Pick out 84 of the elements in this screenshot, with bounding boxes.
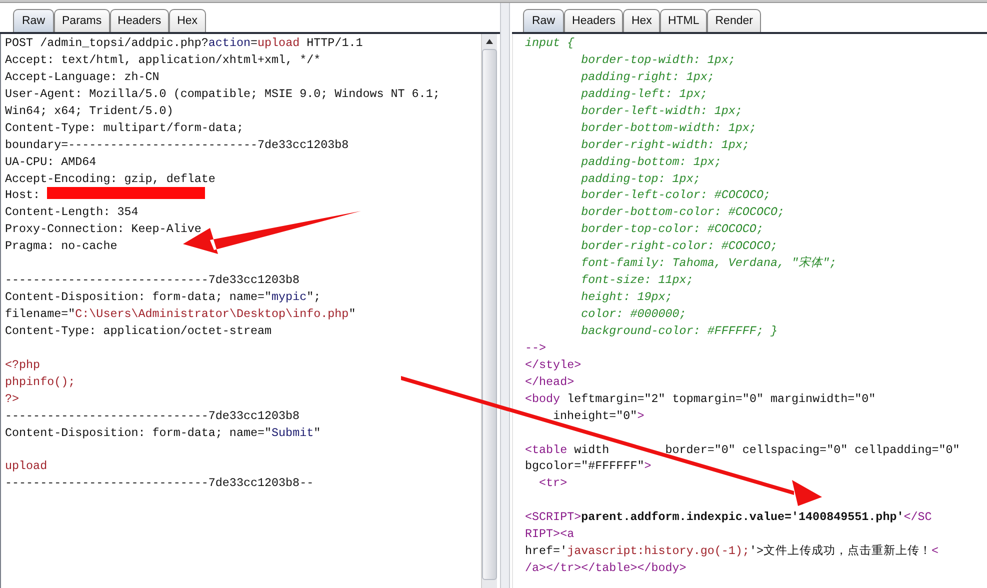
code-text: "; (306, 290, 321, 304)
code-text: font-size: 11px; (580, 273, 694, 288)
tab[interactable]: Params (54, 9, 110, 32)
code-text: <tr> (538, 476, 568, 490)
code-text: leftmargin="2" topmargin="0" marginwidth="0" (566, 392, 876, 406)
code-text: --> (525, 340, 546, 355)
code-text: border-right-color: #COCOCO; (580, 239, 778, 254)
tab[interactable]: Render (707, 9, 761, 32)
code-text: border-bottom-color: #COCOCO; (580, 205, 785, 220)
code-text: Submit (272, 426, 314, 440)
code-text: Accept: text/html, application/xhtml+xml, */* (5, 52, 321, 67)
code-text: HTTP/1.1 (306, 36, 363, 50)
code-text: </style> (525, 358, 582, 372)
code-text: border-bottom-width: 1px; (580, 120, 756, 135)
code-text: </head> (525, 374, 574, 389)
code-text: User-Agent: Mozilla/5.0 (compatible; MSIE 9.0; Windows NT 6.1; (5, 86, 440, 101)
code-text: Content-Length: 354 (5, 205, 138, 220)
code-text: upload (5, 459, 48, 474)
code-text: width (573, 442, 610, 456)
code-text: border-top-width: 1px; (580, 52, 736, 67)
code-text: upload (258, 36, 300, 50)
code-text: UA-CPU: AMD64 (5, 154, 96, 169)
code-text: " (314, 426, 321, 440)
code-text: -----------------------------7de33cc1203b8-- (5, 476, 314, 490)
code-text: > (637, 408, 644, 423)
code-text: height: 19px; (580, 290, 672, 304)
code-text: '>文件上传成功，点击重新上传！ (749, 544, 932, 558)
code-text: -----------------------------7de33cc1203b8 (5, 408, 300, 423)
code-text: Content-Disposition: form-data; name=" (5, 290, 272, 304)
tab[interactable]: Hex (623, 9, 660, 32)
code-text: font-family: Tahoma, Verdana, "宋体"; (580, 256, 837, 270)
code-text: input { (525, 36, 574, 50)
code-text: <table (525, 442, 568, 456)
code-text: border="0" cellspacing="0" cellpadding="0" (665, 442, 960, 456)
code-text: Content-Type: multipart/form-data; (5, 120, 244, 135)
code-text: background-color: #FFFFFF; } (580, 324, 778, 338)
tab[interactable]: Hex (169, 9, 206, 32)
code-text: C:\Users\Administrator\Desktop\info.php (75, 307, 349, 321)
tab[interactable]: Raw (13, 9, 54, 32)
tab[interactable]: HTML (660, 9, 708, 32)
code-text: </SC (904, 510, 932, 524)
code-text: RIPT><a (525, 527, 574, 542)
code-text: border-left-width: 1px; (580, 104, 742, 118)
code-text: Pragma: no-cache (5, 239, 118, 254)
code-text: parent.addform.indexpic.value='1400849551.php' (581, 510, 904, 524)
code-text: bgcolor="#FFFFFF" (525, 459, 644, 474)
code-text: <SCRIPT> (525, 510, 582, 524)
code-text: Proxy-Connection: Keep-Alive (5, 222, 202, 236)
code-text: padding-top: 1px; (580, 172, 700, 186)
code-text: <?php (5, 358, 40, 372)
code-text: border-right-width: 1px; (580, 138, 750, 152)
code-text: action (208, 36, 250, 50)
code-text: POST /admin_topsi/addpic.php? (5, 36, 208, 50)
code-text: href=' (525, 544, 568, 558)
tab[interactable]: Headers (110, 9, 170, 32)
code-text: < (931, 544, 938, 558)
tab[interactable]: Headers (564, 9, 624, 32)
code-text: boundary=---------------------------7de33cc1203b8 (5, 138, 349, 152)
code-text: Host: (5, 188, 42, 202)
code-text: border-left-color: #COCOCO; (580, 188, 770, 202)
code-text: Accept-Language: zh-CN (5, 70, 160, 84)
code-text: padding-bottom: 1px; (580, 154, 722, 169)
code-text: <body (525, 392, 560, 406)
code-text: padding-left: 1px; (580, 86, 708, 101)
splitter-handle[interactable] (500, 3, 510, 588)
code-text: mypic (272, 290, 307, 304)
code-text: /a></tr></table></body> (525, 561, 686, 576)
tab[interactable]: Raw (523, 9, 564, 32)
code-text: Content-Type: application/octet-stream (5, 324, 272, 338)
code-text: filename=" (5, 307, 76, 321)
code-text: -----------------------------7de33cc1203b8 (5, 273, 300, 288)
code-text: javascript:history.go(-1); (567, 544, 750, 558)
code-text: Win64; x64; Trident/5.0) (5, 104, 174, 118)
code-text: padding-right: 1px; (580, 70, 714, 84)
code-text: color: #000000; (580, 307, 686, 321)
code-text: > (644, 459, 652, 474)
code-text: inheight="0" (553, 408, 638, 423)
code-text: = (250, 36, 258, 50)
code-text: Content-Disposition: form-data; name=" (5, 426, 272, 440)
code-text: " (348, 307, 356, 321)
code-text: ?> (5, 392, 20, 406)
code-text: Accept-Encoding: gzip, deflate (5, 172, 216, 186)
code-text: border-top-color: #COCOCO; (580, 222, 764, 236)
code-text: phpinfo(); (5, 374, 76, 389)
